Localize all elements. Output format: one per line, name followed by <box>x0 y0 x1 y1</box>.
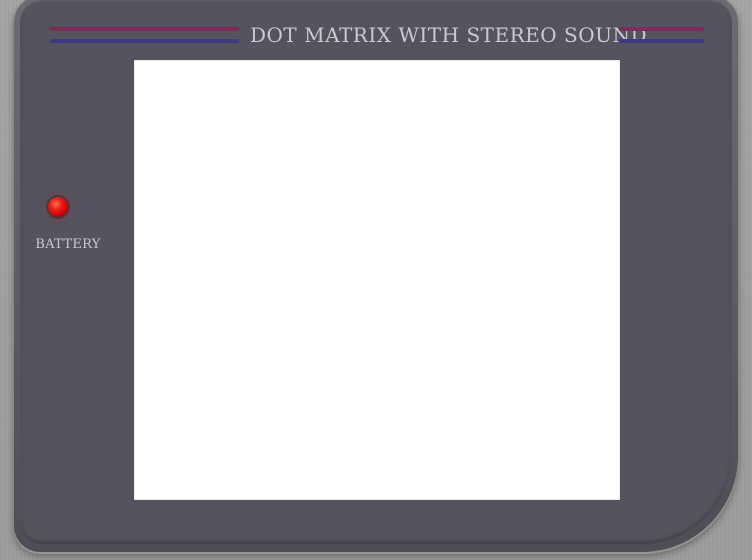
screen-bezel: DOT MATRIX WITH STEREO SOUND BATTERY <box>20 0 732 544</box>
battery-led-icon <box>48 197 68 217</box>
bezel-title: DOT MATRIX WITH STEREO SOUND <box>250 23 647 47</box>
left-stripe-bottom <box>50 39 239 43</box>
left-stripe-top <box>50 27 239 31</box>
right-stripe-bottom <box>619 39 704 43</box>
game-screen[interactable] <box>134 60 620 500</box>
right-stripe-top <box>619 27 704 31</box>
battery-label: BATTERY <box>35 237 101 252</box>
